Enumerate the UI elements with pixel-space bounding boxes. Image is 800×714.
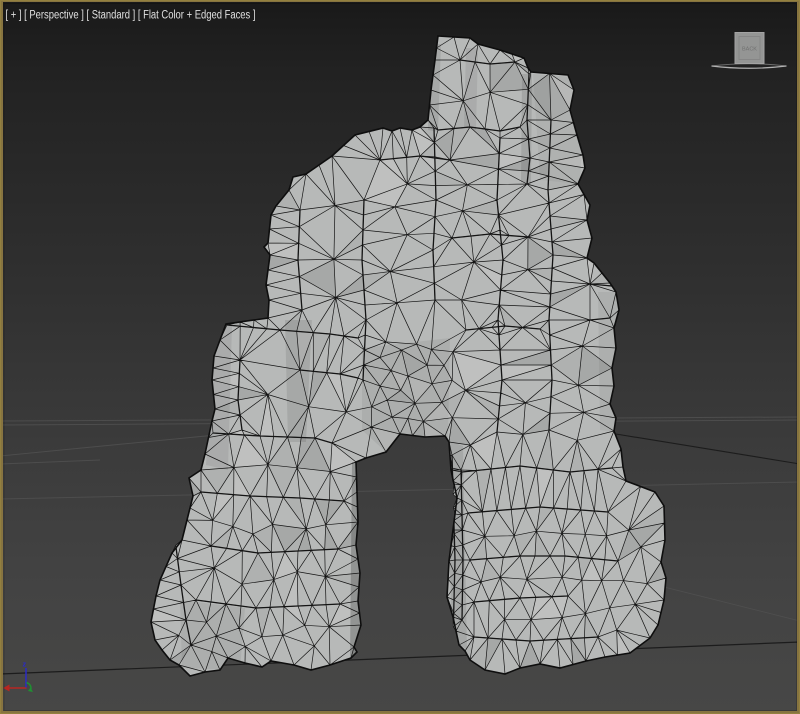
svg-text:[ + ] [ Perspective ] [ Standa: [ + ] [ Perspective ] [ Standard ] [ Fla… [6, 10, 256, 22]
svg-text:BACK: BACK [742, 47, 757, 53]
svg-text:z: z [23, 660, 27, 669]
